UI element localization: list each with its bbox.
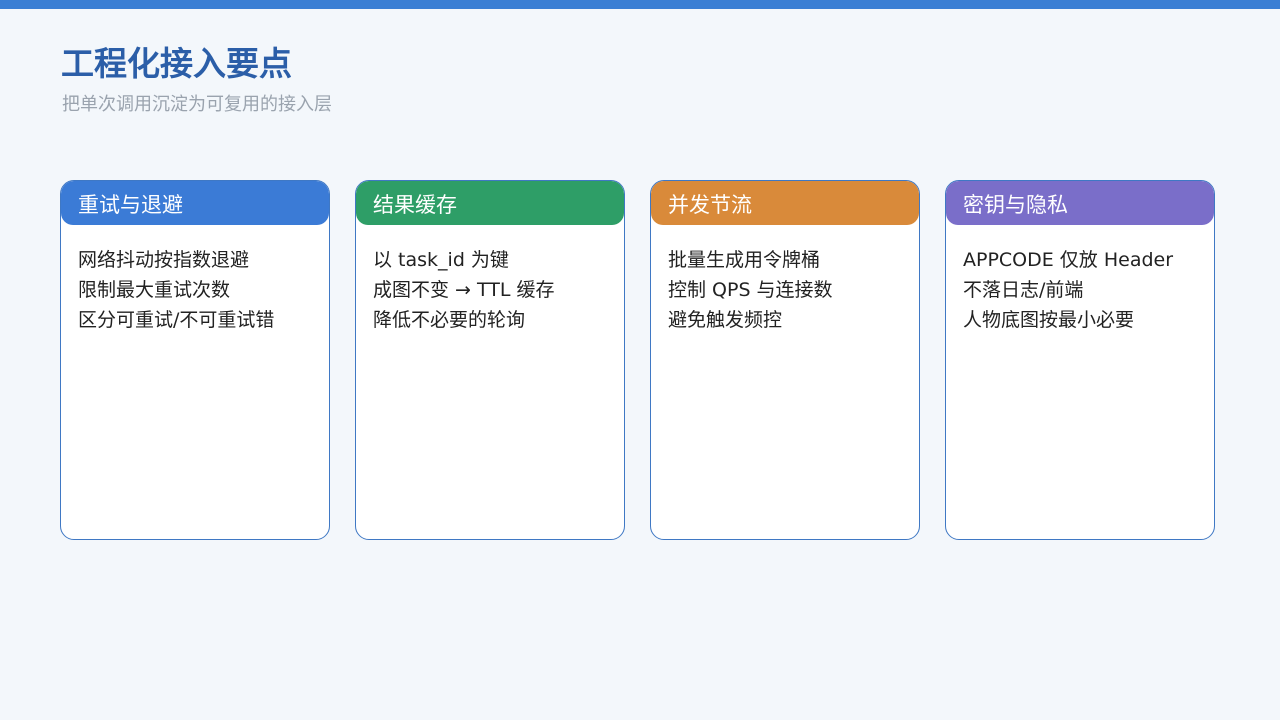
card-body: 批量生成用令牌桶 控制 QPS 与连接数 避免触发频控 bbox=[651, 225, 919, 335]
card-line: 成图不变 → TTL 缓存 bbox=[373, 279, 555, 301]
card-line: 网络抖动按指数退避 bbox=[78, 249, 250, 271]
page-subtitle: 把单次调用沉淀为可复用的接入层 bbox=[62, 94, 332, 115]
card-line: 批量生成用令牌桶 bbox=[668, 249, 821, 271]
card-body: 网络抖动按指数退避 限制最大重试次数 区分可重试/不可重试错 bbox=[61, 225, 329, 335]
card-line: APPCODE 仅放 Header bbox=[963, 249, 1174, 271]
card-result-cache: 结果缓存 以 task_id 为键 成图不变 → TTL 缓存 降低不必要的轮询 bbox=[355, 180, 625, 540]
card-line: 区分可重试/不可重试错 bbox=[78, 309, 275, 331]
card-line: 避免触发频控 bbox=[668, 309, 783, 331]
card-header: 结果缓存 bbox=[356, 181, 624, 225]
card-header: 密钥与隐私 bbox=[946, 181, 1214, 225]
card-line: 降低不必要的轮询 bbox=[373, 309, 526, 331]
card-line: 限制最大重试次数 bbox=[78, 279, 231, 301]
card-concurrency-throttle: 并发节流 批量生成用令牌桶 控制 QPS 与连接数 避免触发频控 bbox=[650, 180, 920, 540]
card-body: 以 task_id 为键 成图不变 → TTL 缓存 降低不必要的轮询 bbox=[356, 225, 624, 335]
card-line: 不落日志/前端 bbox=[963, 279, 1084, 301]
card-body: APPCODE 仅放 Header 不落日志/前端 人物底图按最小必要 bbox=[946, 225, 1214, 335]
card-line: 人物底图按最小必要 bbox=[963, 309, 1135, 331]
top-accent-bar bbox=[0, 0, 1280, 9]
card-line: 控制 QPS 与连接数 bbox=[668, 279, 833, 301]
card-header: 并发节流 bbox=[651, 181, 919, 225]
page-title: 工程化接入要点 bbox=[61, 44, 292, 83]
card-header: 重试与退避 bbox=[61, 181, 329, 225]
card-retry-backoff: 重试与退避 网络抖动按指数退避 限制最大重试次数 区分可重试/不可重试错 bbox=[60, 180, 330, 540]
card-keys-privacy: 密钥与隐私 APPCODE 仅放 Header 不落日志/前端 人物底图按最小必… bbox=[945, 180, 1215, 540]
card-line: 以 task_id 为键 bbox=[373, 249, 509, 271]
